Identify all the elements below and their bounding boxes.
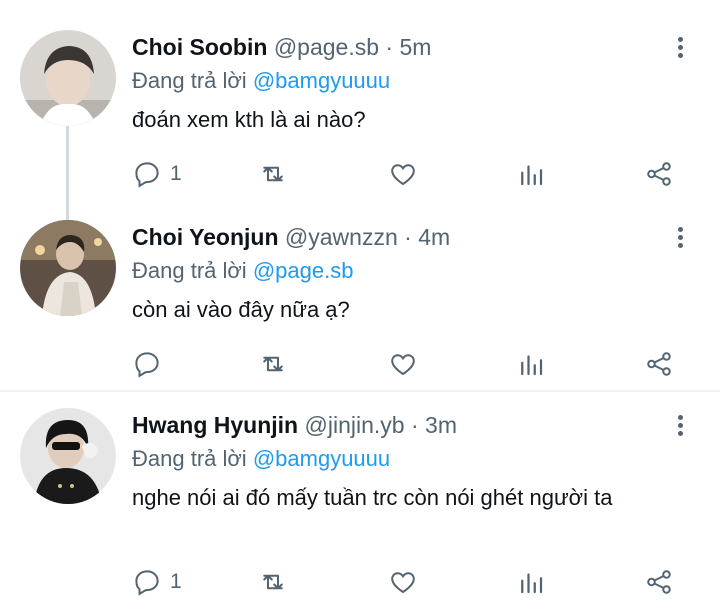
reply-icon [135, 570, 159, 596]
share-button[interactable] [644, 564, 674, 600]
views-icon [521, 355, 543, 376]
tweet-text: còn ai vào đây nữa ạ? [132, 297, 350, 322]
avatar-image [20, 220, 116, 316]
like-icon [391, 354, 415, 376]
reply-prefix: Đang trả lời [132, 258, 247, 283]
reply-prefix: Đang trả lời [132, 68, 247, 93]
more-options-icon[interactable] [672, 224, 688, 254]
timestamp[interactable]: 4m [418, 224, 450, 250]
share-button[interactable] [644, 346, 674, 382]
reply-mention[interactable]: @page.sb [253, 258, 354, 283]
timestamp[interactable]: 5m [399, 34, 431, 60]
like-button[interactable] [388, 346, 418, 382]
retweet-icon [263, 574, 283, 590]
views-icon [521, 573, 543, 594]
reply-icon [135, 162, 159, 188]
tweet[interactable]: Choi Soobin @page.sb · 5m Đang trả lời @… [0, 0, 720, 200]
avatar[interactable] [20, 30, 116, 126]
retweet-button[interactable] [258, 564, 288, 600]
author-handle[interactable]: @page.sb [274, 34, 379, 60]
retweet-button[interactable] [258, 156, 288, 192]
separator-dot: · [404, 224, 412, 250]
share-icon [647, 162, 671, 186]
tweet-actions: 1 [0, 156, 720, 192]
author-handle[interactable]: @yawnzzn [285, 224, 398, 250]
share-icon [647, 570, 671, 594]
tweet-actions: 1 [0, 564, 720, 600]
separator-dot: · [410, 412, 419, 438]
reply-count: 1 [170, 162, 182, 185]
reply-prefix: Đang trả lời [132, 446, 247, 471]
author-name[interactable]: Choi Yeonjun [132, 224, 279, 250]
retweet-button[interactable] [258, 346, 288, 382]
reply-button[interactable]: 1 [132, 564, 182, 600]
retweet-icon [263, 166, 283, 182]
author-name[interactable]: Choi Soobin [132, 34, 267, 60]
views-button[interactable] [516, 346, 546, 382]
views-button[interactable] [516, 156, 546, 192]
tweet-text: đoán xem kth là ai nào? [132, 107, 366, 132]
timestamp[interactable]: 3m [425, 412, 457, 438]
reply-button[interactable]: 1 [132, 156, 182, 192]
author-handle[interactable]: @jinjin.yb [305, 412, 405, 438]
more-options-icon[interactable] [672, 412, 688, 442]
like-button[interactable] [388, 156, 418, 192]
reply-mention[interactable]: @bamgyuuuu [253, 446, 390, 471]
avatar[interactable] [20, 220, 116, 316]
reply-icon [135, 352, 159, 378]
tweet[interactable]: Hwang Hyunjin @jinjin.yb · 3m Đang trả l… [0, 380, 720, 613]
tweet-text: nghe nói ai đó mấy tuần trc còn nói ghét… [132, 485, 613, 510]
like-icon [391, 164, 415, 186]
more-options-icon[interactable] [672, 34, 688, 64]
avatar-image [20, 408, 116, 504]
views-button[interactable] [516, 564, 546, 600]
like-button[interactable] [388, 564, 418, 600]
tweet-actions [0, 346, 720, 382]
reply-mention[interactable]: @bamgyuuuu [253, 68, 390, 93]
avatar[interactable] [20, 408, 116, 504]
reply-count: 1 [170, 570, 182, 593]
author-name[interactable]: Hwang Hyunjin [132, 412, 298, 438]
tweet[interactable]: Choi Yeonjun @yawnzzn · 4m Đang trả lời … [0, 190, 720, 390]
views-icon [521, 165, 543, 186]
like-icon [391, 572, 415, 594]
share-icon [647, 352, 671, 376]
separator-dot: · [385, 34, 394, 60]
avatar-image [20, 30, 116, 126]
retweet-icon [263, 356, 283, 372]
reply-button[interactable] [132, 346, 170, 382]
share-button[interactable] [644, 156, 674, 192]
